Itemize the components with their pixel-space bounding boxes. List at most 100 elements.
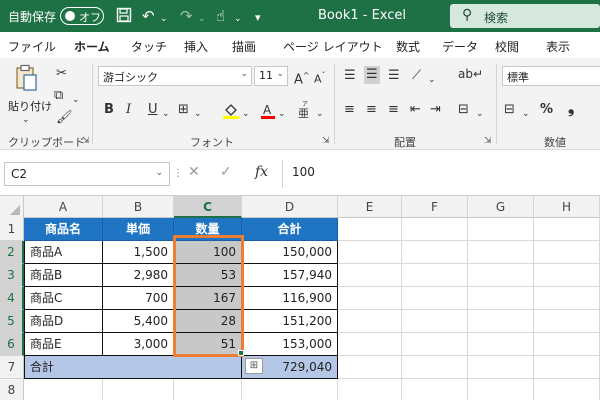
row-header-5[interactable]: 5 (0, 310, 24, 333)
empty-cell[interactable] (338, 218, 402, 241)
row-header-1[interactable]: 1 (0, 218, 24, 241)
data-cell[interactable]: 151,200 (242, 310, 338, 333)
empty-cell[interactable] (174, 379, 242, 400)
header-cell[interactable]: 商品名 (24, 218, 103, 241)
tab-view[interactable]: 表示 (546, 38, 570, 55)
empty-cell[interactable] (468, 218, 534, 241)
selected-cell[interactable]: 51 (174, 333, 242, 356)
format-painter-icon[interactable]: 🖌 (56, 110, 73, 126)
empty-cell[interactable] (468, 310, 534, 333)
empty-cell[interactable] (534, 379, 600, 400)
empty-cell[interactable] (402, 287, 468, 310)
autosave-toggle[interactable]: オフ (60, 7, 104, 25)
selected-cell[interactable]: 167 (174, 287, 242, 310)
font-name-select[interactable]: 游ゴシック ⌄ (98, 66, 252, 86)
bold-button[interactable]: B (104, 102, 114, 118)
empty-cell[interactable] (468, 287, 534, 310)
redo-icon[interactable]: ↷ (180, 7, 193, 25)
align-right-icon[interactable]: ≡ (388, 102, 399, 118)
fill-handle[interactable] (238, 350, 244, 356)
accounting-dropdown-icon[interactable]: ⌄ (522, 106, 530, 122)
paste-dropdown-icon[interactable]: ⌄ (22, 112, 30, 128)
phonetic-guide-icon[interactable]: ア亜 (296, 100, 314, 125)
number-format-select[interactable]: 標準 (502, 66, 600, 86)
data-cell[interactable]: 商品E (24, 333, 103, 356)
empty-cell[interactable] (402, 264, 468, 287)
fill-color-dropdown-icon[interactable]: ⌄ (242, 106, 250, 122)
align-center-icon[interactable]: ≡ (366, 102, 377, 118)
row-header-4[interactable]: 4 (0, 287, 24, 310)
data-cell[interactable]: 3,000 (103, 333, 174, 356)
tab-insert[interactable]: 挿入 (184, 38, 208, 55)
empty-cell[interactable] (468, 264, 534, 287)
font-size-select[interactable]: 11 ⌄ (254, 66, 288, 86)
worksheet-grid[interactable]: A B C D E F G H 1 2 3 4 5 6 7 8 商品名 単価 数量合… (0, 196, 600, 400)
data-cell[interactable]: 150,000 (242, 241, 338, 264)
row-header-8[interactable]: 8 (0, 379, 24, 400)
copy-icon[interactable]: ⧉ (54, 88, 63, 104)
empty-cell[interactable] (402, 218, 468, 241)
decrease-font-icon[interactable]: Aˇ (314, 68, 326, 88)
orientation-icon[interactable]: ⟋ (412, 68, 421, 84)
data-cell[interactable]: 商品A (24, 241, 103, 264)
empty-cell[interactable] (338, 310, 402, 333)
wrap-text-icon[interactable]: ab↵ (458, 66, 483, 82)
data-cell[interactable]: 商品D (24, 310, 103, 333)
select-all-button[interactable] (0, 196, 24, 218)
search-box[interactable]: ⚲ 検索 (450, 4, 600, 28)
header-cell[interactable]: 合計 (242, 218, 338, 241)
save-icon[interactable] (116, 7, 132, 27)
data-cell[interactable]: 153,000 (242, 333, 338, 356)
row-header-7[interactable]: 7 (0, 356, 24, 379)
align-middle-icon[interactable]: ☰ (364, 66, 380, 84)
formula-input[interactable]: 100 (292, 165, 315, 179)
comma-style-icon[interactable]: ❟ (568, 100, 574, 116)
data-cell[interactable]: 700 (103, 287, 174, 310)
cut-icon[interactable]: ✂ (56, 66, 67, 82)
empty-cell[interactable] (402, 241, 468, 264)
empty-cell[interactable] (468, 379, 534, 400)
empty-cell[interactable] (338, 333, 402, 356)
tab-file[interactable]: ファイル (8, 38, 56, 55)
empty-cell[interactable] (468, 241, 534, 264)
empty-cell[interactable] (338, 264, 402, 287)
font-launcher-icon[interactable]: ⇲ (322, 136, 330, 146)
data-cell[interactable]: 5,400 (103, 310, 174, 333)
data-cell[interactable]: 2,980 (103, 264, 174, 287)
touch-mode-icon[interactable]: ☝ (216, 7, 225, 25)
name-box[interactable]: C2 ⌄ (4, 162, 170, 186)
font-color-icon[interactable]: A (260, 102, 276, 125)
empty-cell[interactable] (402, 333, 468, 356)
empty-cell[interactable] (242, 379, 338, 400)
empty-cell[interactable] (338, 241, 402, 264)
empty-cell[interactable] (534, 218, 600, 241)
empty-cell[interactable] (468, 356, 534, 379)
column-header-e[interactable]: E (338, 196, 402, 218)
data-cell[interactable]: 1,500 (103, 241, 174, 264)
redo-dropdown-icon[interactable]: ⌄ (198, 10, 206, 28)
empty-cell[interactable] (534, 333, 600, 356)
empty-cell[interactable] (402, 356, 468, 379)
borders-icon[interactable]: ⊞ (178, 102, 189, 118)
data-cell[interactable]: 157,940 (242, 264, 338, 287)
italic-button[interactable]: I (126, 102, 131, 118)
column-header-g[interactable]: G (468, 196, 534, 218)
data-cell[interactable]: 商品B (24, 264, 103, 287)
paste-label[interactable]: 貼り付け (8, 98, 52, 114)
phonetic-dropdown-icon[interactable]: ⌄ (316, 106, 324, 122)
enter-icon[interactable]: ✓ (220, 164, 232, 180)
orientation-dropdown-icon[interactable]: ⌄ (428, 72, 436, 88)
underline-button[interactable]: U (148, 102, 158, 118)
cancel-icon[interactable]: ✕ (188, 164, 200, 180)
tab-touch[interactable]: タッチ (131, 38, 167, 55)
selected-cell[interactable]: 53 (174, 264, 242, 287)
empty-cell[interactable] (103, 379, 174, 400)
column-header-b[interactable]: B (103, 196, 174, 218)
customize-qat-icon[interactable]: ▾ (255, 9, 261, 27)
selected-cell[interactable]: 28 (174, 310, 242, 333)
touch-dropdown-icon[interactable]: ⌄ (234, 10, 242, 28)
header-cell[interactable]: 単価 (103, 218, 174, 241)
increase-indent-icon[interactable]: ⇥ (430, 102, 441, 118)
selected-cell[interactable]: 100 (174, 241, 242, 264)
font-color-dropdown-icon[interactable]: ⌄ (278, 106, 286, 122)
